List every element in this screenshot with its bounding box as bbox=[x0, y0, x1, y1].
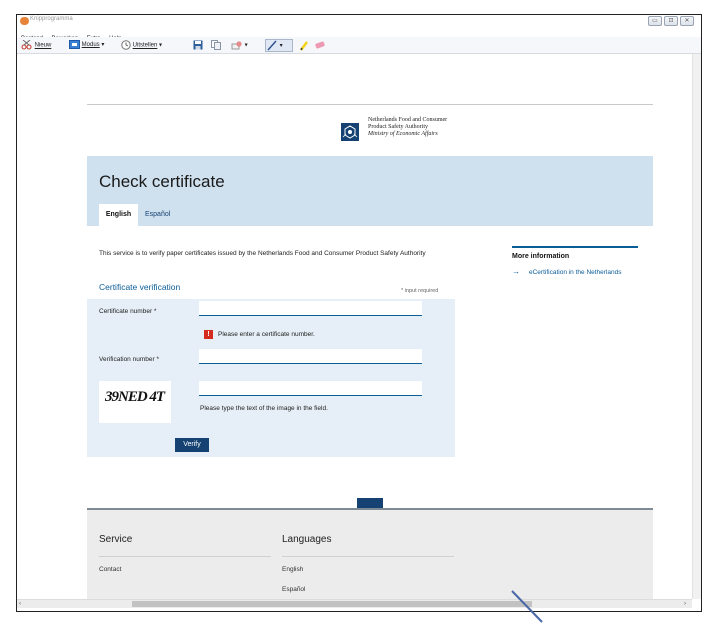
mode-button[interactable]: Modus ▾ bbox=[69, 40, 104, 51]
ecertification-link-label: eCertification in the Netherlands bbox=[529, 269, 622, 276]
chevron-down-icon: ▾ bbox=[279, 43, 283, 50]
chevron-down-icon: ▾ bbox=[101, 42, 105, 49]
certificate-number-label: Certificate number * bbox=[99, 308, 157, 315]
scroll-right-icon[interactable]: › bbox=[684, 600, 686, 608]
delay-label: Uitstellen bbox=[132, 42, 158, 49]
chevron-down-icon: ▾ bbox=[159, 42, 163, 49]
eraser-button[interactable] bbox=[314, 40, 326, 51]
clock-delay-icon bbox=[121, 40, 131, 50]
organisation-name: Netherlands Food and Consumer Product Sa… bbox=[368, 117, 447, 138]
captcha-input[interactable] bbox=[199, 381, 422, 396]
ecertification-link[interactable]: → eCertification in the Netherlands bbox=[512, 267, 638, 277]
captcha-image: 39NED 4T bbox=[99, 381, 171, 423]
menu-bar: Bestand Bewerken Extra Help bbox=[17, 27, 701, 42]
more-information-panel: More information → eCertification in the… bbox=[512, 246, 638, 277]
maximize-button[interactable]: ⊡ bbox=[664, 16, 678, 26]
org-line-2: Product Safety Authority bbox=[368, 124, 428, 130]
highlighter-icon bbox=[299, 41, 309, 51]
copy-button[interactable] bbox=[211, 40, 221, 51]
browser-content: Netherlands Food and Consumer Product Sa… bbox=[17, 54, 692, 599]
new-label: Nieuw bbox=[34, 42, 52, 49]
vertical-scrollbar[interactable] bbox=[692, 54, 701, 599]
intro-text: This service is to verify paper certific… bbox=[99, 250, 426, 257]
verification-number-label: Verification number * bbox=[99, 356, 159, 363]
toolbar: Nieuw Modus ▾ Uitstellen ▾ ▾ ▾ bbox=[17, 37, 701, 54]
org-line-1: Netherlands Food and Consumer bbox=[368, 117, 448, 123]
highlighter-button[interactable] bbox=[299, 40, 309, 51]
more-information-title: More information bbox=[512, 253, 570, 260]
verification-number-input[interactable] bbox=[199, 349, 422, 364]
pen-button[interactable]: ▾ bbox=[265, 39, 293, 52]
web-page: Netherlands Food and Consumer Product Sa… bbox=[87, 104, 653, 599]
required-note: * input required bbox=[401, 288, 439, 294]
arrow-right-icon: → bbox=[512, 267, 520, 276]
page-title: Check certificate bbox=[99, 172, 225, 191]
snipping-tool-window: Knipprogramma ▭ ⊡ ✕ Bestand Bewerken Ext… bbox=[16, 14, 702, 612]
delay-button[interactable]: Uitstellen ▾ bbox=[121, 40, 162, 51]
page-banner: Check certificate English Español bbox=[87, 156, 653, 226]
eraser-icon bbox=[315, 41, 325, 49]
error-icon: ! bbox=[204, 330, 213, 339]
section-title: Certificate verification bbox=[99, 282, 181, 292]
certificate-number-input[interactable] bbox=[199, 301, 422, 316]
footer-divider bbox=[99, 556, 271, 557]
window-title: Knipprogramma bbox=[30, 16, 73, 22]
verification-form: Certificate number * ! Please enter a ce… bbox=[87, 299, 455, 457]
footer-languages-title: Languages bbox=[282, 534, 332, 545]
title-bar: Knipprogramma ▭ ⊡ ✕ bbox=[17, 15, 701, 27]
captcha-text: 39NED 4T bbox=[105, 389, 165, 405]
scrollbar-thumb[interactable] bbox=[132, 601, 532, 607]
save-button[interactable] bbox=[193, 40, 203, 51]
app-icon bbox=[20, 17, 29, 25]
verify-button[interactable]: Verify bbox=[175, 438, 209, 452]
pen-icon bbox=[267, 40, 277, 51]
captcha-hint: Please type the text of the image in the… bbox=[200, 405, 328, 412]
page-footer: Service Contact Languages English Españo… bbox=[87, 508, 653, 599]
close-button[interactable]: ✕ bbox=[680, 16, 694, 26]
footer-divider bbox=[282, 556, 454, 557]
org-line-3: Ministry of Economic Affairs bbox=[368, 131, 438, 137]
send-button[interactable]: ▾ bbox=[231, 40, 248, 51]
send-icon bbox=[231, 41, 242, 50]
mode-label: Modus bbox=[81, 42, 100, 49]
minimize-button[interactable]: ▭ bbox=[648, 16, 662, 26]
crest-icon bbox=[341, 123, 359, 141]
scissors-new-icon bbox=[21, 40, 32, 50]
scroll-left-icon[interactable]: ‹ bbox=[19, 600, 21, 608]
footer-link-contact[interactable]: Contact bbox=[99, 566, 121, 573]
mode-icon bbox=[69, 40, 80, 49]
error-message: Please enter a certificate number. bbox=[218, 331, 315, 338]
footer-link-espanol[interactable]: Español bbox=[282, 586, 306, 593]
chevron-down-icon: ▾ bbox=[244, 42, 248, 49]
new-button[interactable]: Nieuw bbox=[21, 40, 51, 51]
tab-espanol[interactable]: Español bbox=[145, 204, 170, 226]
footer-link-english[interactable]: English bbox=[282, 566, 303, 573]
save-icon bbox=[193, 40, 203, 50]
horizontal-scrollbar[interactable]: ‹ › bbox=[17, 599, 692, 608]
copy-icon bbox=[211, 40, 221, 50]
gov-header: Netherlands Food and Consumer Product Sa… bbox=[87, 104, 653, 156]
footer-service-title: Service bbox=[99, 534, 133, 545]
tab-english[interactable]: English bbox=[99, 204, 138, 226]
